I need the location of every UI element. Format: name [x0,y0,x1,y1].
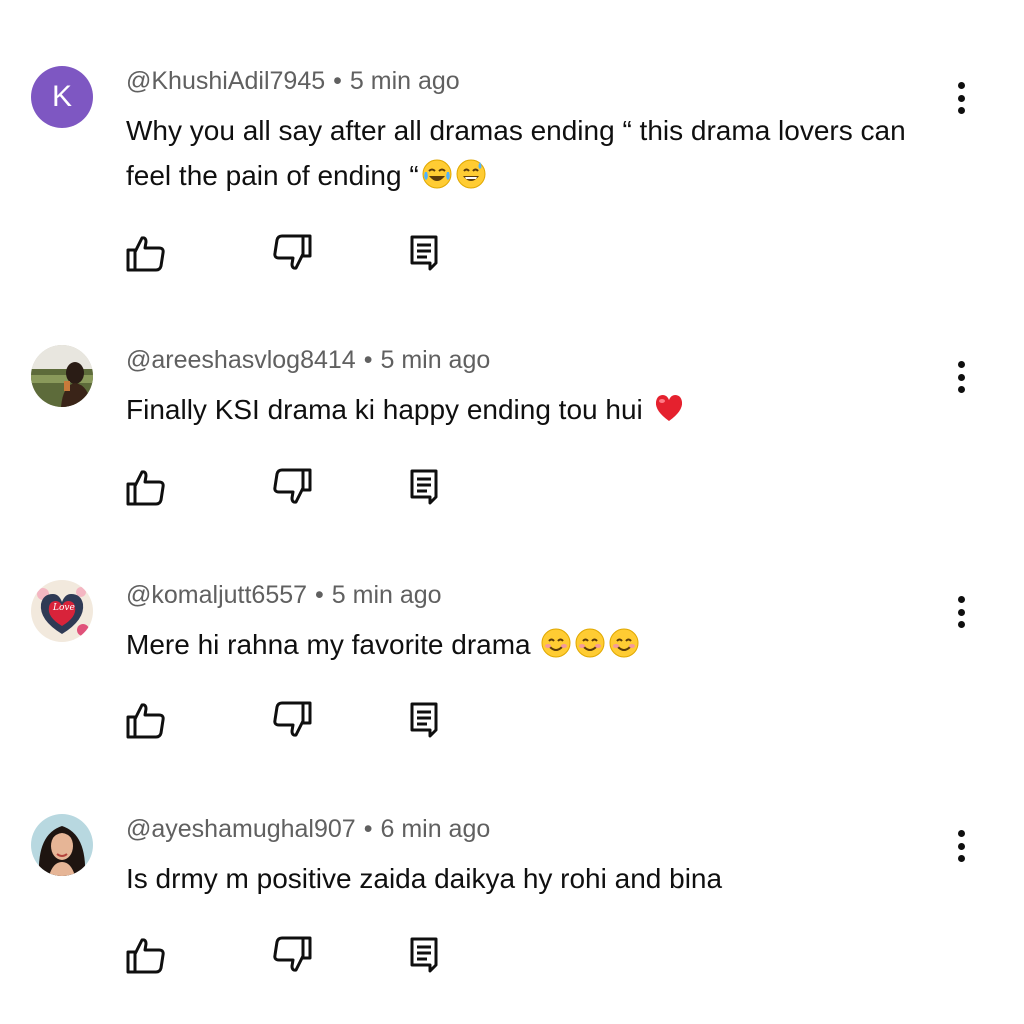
thumb-up-icon [126,703,165,739]
dislike-button[interactable] [270,935,314,975]
like-button[interactable] [124,700,168,740]
comment-body: Is drmy m positive zaida daikya hy rohi … [126,863,723,894]
author-name[interactable]: @komaljutt6557 [126,581,307,609]
reply-icon [410,235,438,271]
like-button[interactable] [124,233,168,273]
thumb-down-icon [273,936,312,972]
reply-icon [410,937,438,973]
thumb-up-icon [126,470,165,506]
avatar-letter: K [51,80,72,113]
reply-button[interactable] [406,233,450,273]
avatar[interactable] [31,814,93,876]
more-vert-icon[interactable] [946,78,976,118]
reply-icon [410,702,438,738]
comment-actions [124,467,454,507]
comment-actions [124,233,454,273]
author-name[interactable]: @areeshasvlog8414 [126,346,356,374]
thumb-down-icon [273,701,312,737]
comment-time: 5 min ago [349,67,460,95]
comment-time: 6 min ago [380,815,491,843]
reply-button[interactable] [406,467,450,507]
avatar-photo [31,814,93,876]
grinning-face-with-sweat-icon [456,159,486,189]
meta-separator: • [363,815,373,843]
comment-time: 5 min ago [331,581,442,609]
comment-text: Why you all say after all dramas ending … [126,108,926,198]
more-vert-icon[interactable] [946,826,976,866]
author-name[interactable]: @KhushiAdil7945 [126,67,325,95]
avatar[interactable]: K [31,66,93,128]
dislike-button[interactable] [270,467,314,507]
thumb-up-icon [126,938,165,974]
more-vert-icon[interactable] [946,592,976,632]
comment-body: Finally KSI drama ki happy ending tou hu… [126,394,643,425]
comment-actions [124,935,454,975]
smiling-face-icon [609,628,639,658]
like-button[interactable] [124,935,168,975]
thumb-down-icon [273,468,312,504]
comment-meta: @ayeshamughal907 • 6 min ago [126,814,490,844]
avatar[interactable] [31,345,93,407]
more-vert-icon[interactable] [946,357,976,397]
dislike-button[interactable] [270,700,314,740]
thumb-down-icon [273,234,312,270]
comment-actions [124,700,454,740]
smiling-face-icon [575,628,605,658]
face-with-tears-of-joy-icon [422,159,452,189]
comment-text: Is drmy m positive zaida daikya hy rohi … [126,856,926,901]
smiling-face-icon [541,628,571,658]
reply-icon [410,469,438,505]
comment-meta: @KhushiAdil7945 • 5 min ago [126,66,460,96]
meta-separator: • [363,346,373,374]
reply-button[interactable] [406,700,450,740]
comment-time: 5 min ago [380,346,491,374]
thumb-up-icon [126,236,165,272]
avatar[interactable]: Love [31,580,93,642]
comment-body: Why you all say after all dramas ending … [126,115,906,191]
comment-text: Finally KSI drama ki happy ending tou hu… [126,387,926,432]
comment-body: Mere hi rahna my favorite drama [126,629,531,660]
comment-meta: @komaljutt6557 • 5 min ago [126,580,442,610]
red-heart-icon [655,395,682,421]
meta-separator: • [315,581,324,609]
comment-meta: @areeshasvlog8414 • 5 min ago [126,345,490,375]
like-button[interactable] [124,467,168,507]
avatar-love-text: Love [53,603,75,613]
meta-separator: • [333,67,342,95]
author-name[interactable]: @ayeshamughal907 [126,815,356,843]
comments-list: K @KhushiAdil7945 • 5 min ago Why you all … [0,0,1024,1024]
avatar-photo [31,345,93,407]
comment-text: Mere hi rahna my favorite drama [126,622,926,667]
dislike-button[interactable] [270,233,314,273]
reply-button[interactable] [406,935,450,975]
